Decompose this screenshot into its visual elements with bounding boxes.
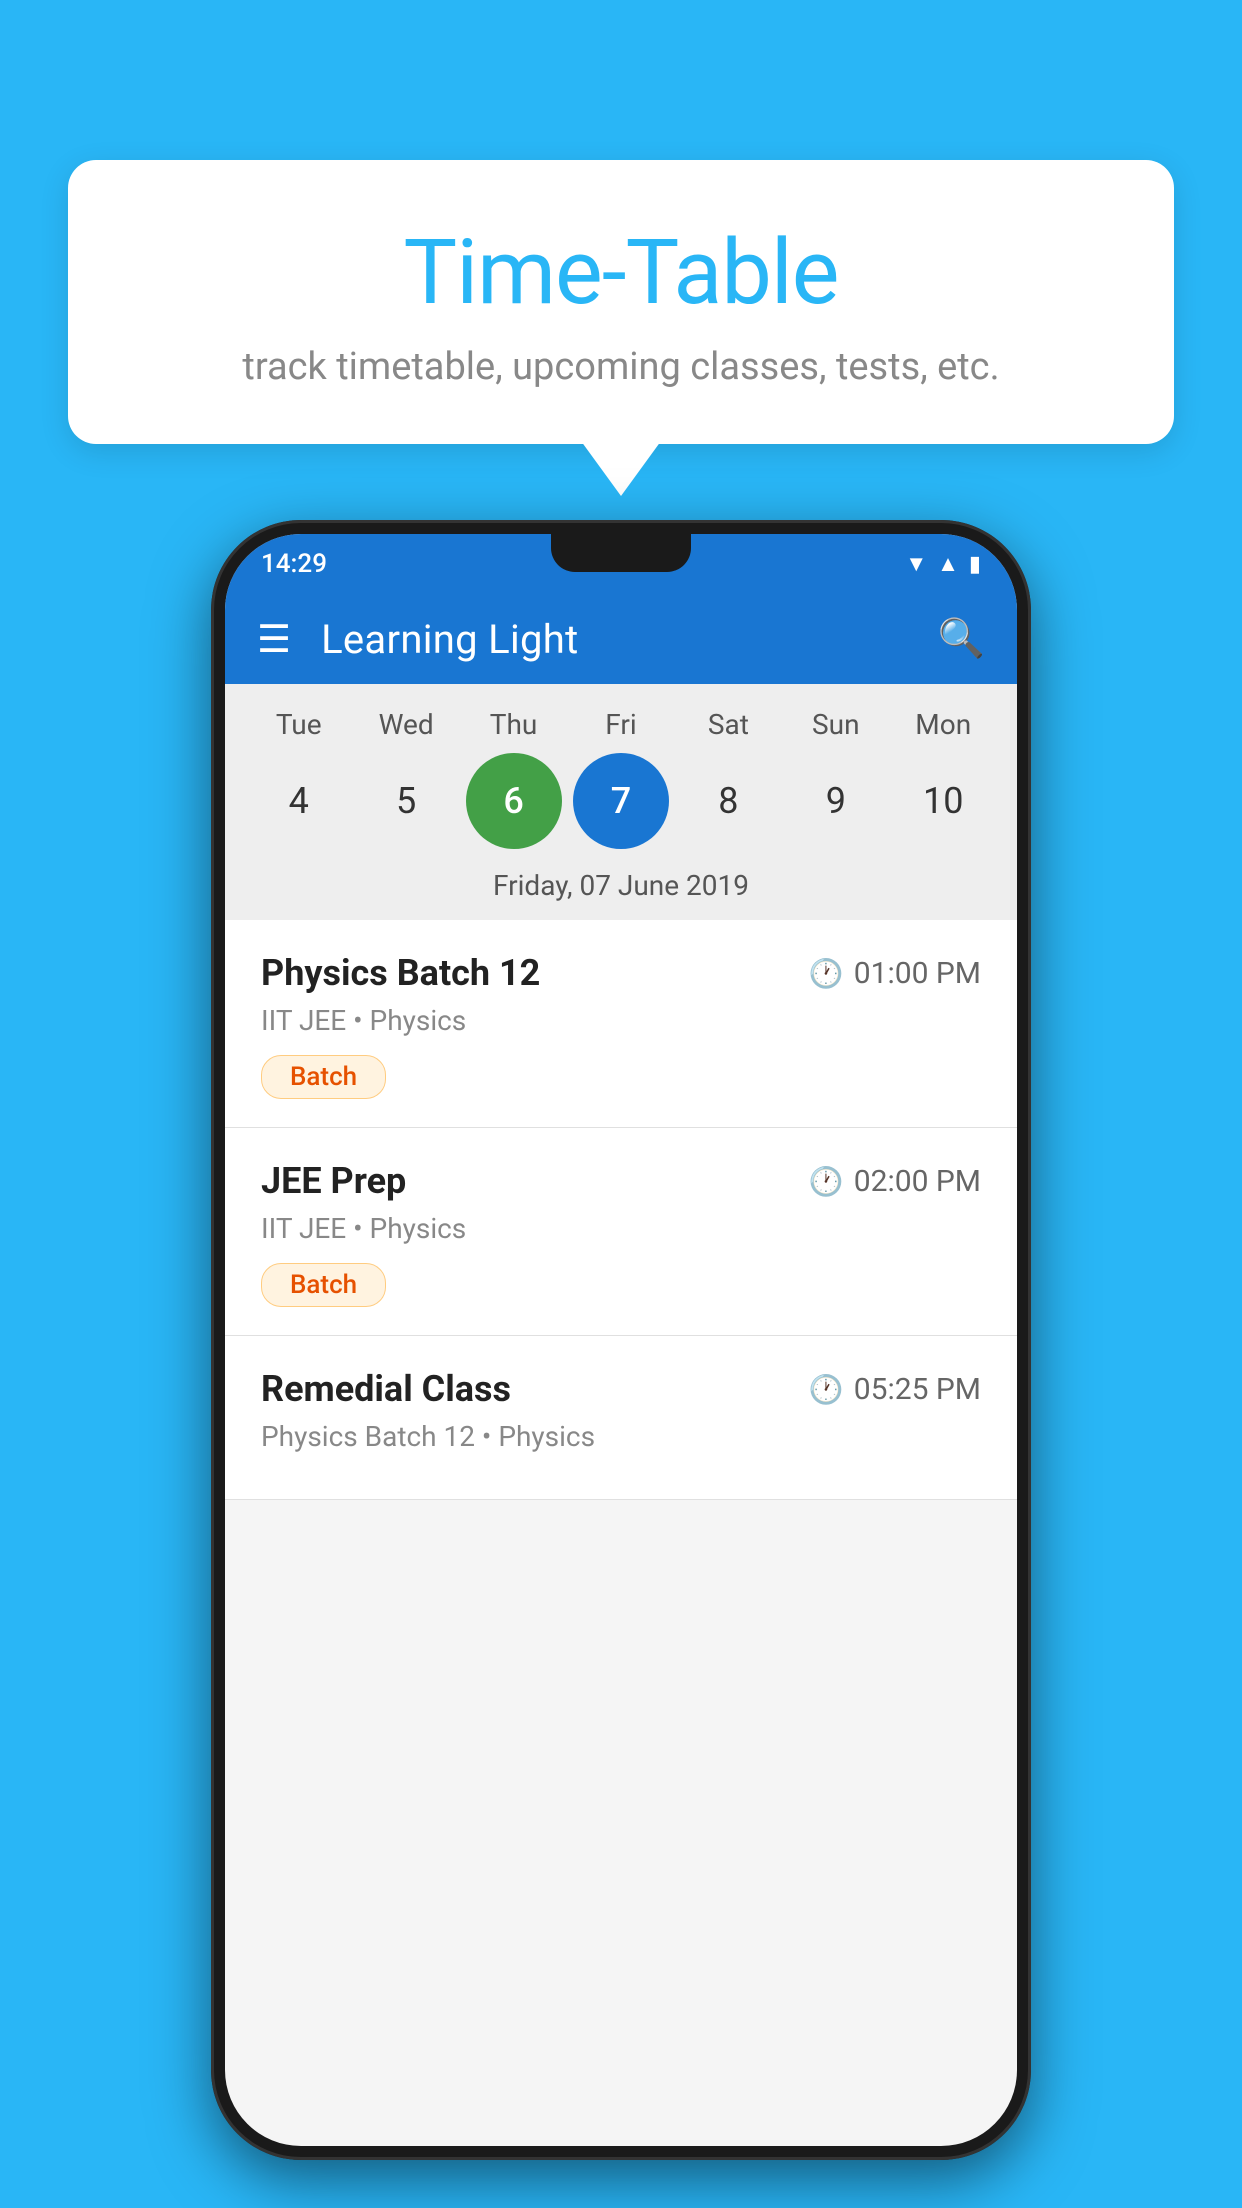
schedule-title-1: Physics Batch 12	[261, 952, 540, 994]
schedule-meta-2: IIT JEE • Physics	[261, 1212, 981, 1245]
schedule-list: Physics Batch 12 🕐 01:00 PM IIT JEE • Ph…	[225, 920, 1017, 1500]
day-numbers: 4 5 6 7 8 9 10	[225, 749, 1017, 865]
battery-icon: ▮	[969, 552, 981, 577]
schedule-item-1[interactable]: Physics Batch 12 🕐 01:00 PM IIT JEE • Ph…	[225, 920, 1017, 1128]
batch-badge-2: Batch	[261, 1263, 386, 1307]
status-bar: 14:29 ▼ ▲ ▮	[225, 534, 1017, 594]
clock-icon-3: 🕐	[809, 1373, 844, 1406]
menu-icon[interactable]: ☰	[257, 617, 291, 662]
batch-badge-1: Batch	[261, 1055, 386, 1099]
schedule-title-3: Remedial Class	[261, 1368, 511, 1410]
day-header-wed: Wed	[358, 708, 454, 741]
day-6-today[interactable]: 6	[466, 753, 562, 849]
selected-date-label: Friday, 07 June 2019	[225, 865, 1017, 920]
search-icon[interactable]: 🔍	[938, 617, 985, 661]
speech-bubble-card: Time-Table track timetable, upcoming cla…	[68, 160, 1174, 444]
schedule-title-2: JEE Prep	[261, 1160, 406, 1202]
schedule-time-1: 🕐 01:00 PM	[809, 956, 981, 991]
day-7-selected[interactable]: 7	[573, 753, 669, 849]
bubble-title: Time-Table	[118, 220, 1124, 325]
schedule-item-3-header: Remedial Class 🕐 05:25 PM	[261, 1368, 981, 1410]
schedule-item-2-header: JEE Prep 🕐 02:00 PM	[261, 1160, 981, 1202]
day-4[interactable]: 4	[251, 753, 347, 849]
clock-icon-2: 🕐	[809, 1165, 844, 1198]
app-bar: ☰ Learning Light 🔍	[225, 594, 1017, 684]
signal-icon: ▲	[937, 551, 959, 577]
schedule-meta-1: IIT JEE • Physics	[261, 1004, 981, 1037]
day-5[interactable]: 5	[358, 753, 454, 849]
day-10[interactable]: 10	[895, 753, 991, 849]
status-icons: ▼ ▲ ▮	[905, 551, 981, 577]
calendar-section: Tue Wed Thu Fri Sat Sun Mon 4 5 6 7 8 9 …	[225, 684, 1017, 920]
schedule-item-3[interactable]: Remedial Class 🕐 05:25 PM Physics Batch …	[225, 1336, 1017, 1500]
day-header-mon: Mon	[895, 708, 991, 741]
day-9[interactable]: 9	[788, 753, 884, 849]
day-headers: Tue Wed Thu Fri Sat Sun Mon	[225, 696, 1017, 749]
schedule-meta-3: Physics Batch 12 • Physics	[261, 1420, 981, 1453]
day-header-sat: Sat	[680, 708, 776, 741]
phone-screen: 14:29 ▼ ▲ ▮ ☰ Learning Light 🔍 Tue Wed T…	[225, 534, 1017, 2146]
clock-icon-1: 🕐	[809, 957, 844, 990]
wifi-icon: ▼	[905, 551, 927, 577]
schedule-item-1-header: Physics Batch 12 🕐 01:00 PM	[261, 952, 981, 994]
day-header-fri: Fri	[573, 708, 669, 741]
status-time: 14:29	[261, 549, 327, 579]
bubble-subtitle: track timetable, upcoming classes, tests…	[118, 345, 1124, 389]
phone-frame: 14:29 ▼ ▲ ▮ ☰ Learning Light 🔍 Tue Wed T…	[211, 520, 1031, 2160]
day-header-tue: Tue	[251, 708, 347, 741]
schedule-item-2[interactable]: JEE Prep 🕐 02:00 PM IIT JEE • Physics Ba…	[225, 1128, 1017, 1336]
app-title: Learning Light	[321, 616, 908, 663]
day-8[interactable]: 8	[680, 753, 776, 849]
day-header-sun: Sun	[788, 708, 884, 741]
schedule-time-2: 🕐 02:00 PM	[809, 1164, 981, 1199]
day-header-thu: Thu	[466, 708, 562, 741]
schedule-time-3: 🕐 05:25 PM	[809, 1372, 981, 1407]
